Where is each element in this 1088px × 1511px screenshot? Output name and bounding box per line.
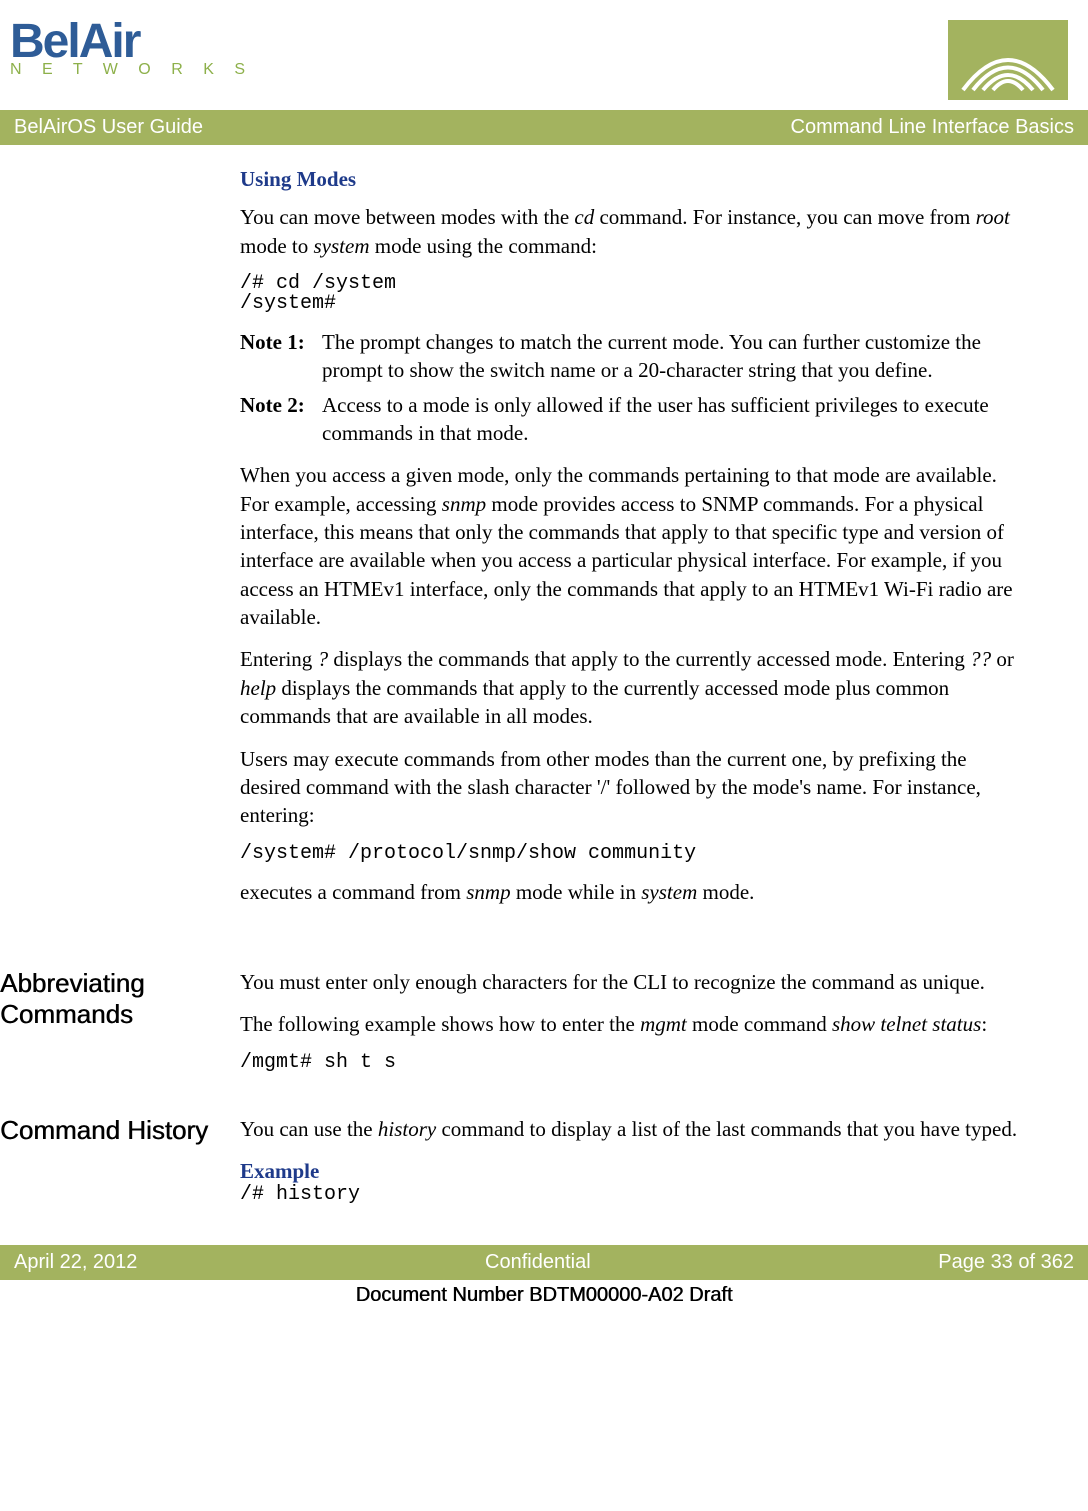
note-label: Note 2:: [240, 391, 322, 448]
code-block: /# cd /system /system#: [240, 274, 1028, 314]
paragraph: Entering ? displays the commands that ap…: [240, 645, 1028, 730]
code-block: /system# /protocol/snmp/show community: [240, 844, 1028, 864]
side-heading-history: Command History: [0, 1115, 240, 1146]
main-column: You must enter only enough characters fo…: [240, 968, 1028, 1087]
side-heading-abbreviating: Abbreviating Commands: [0, 968, 240, 1030]
paragraph: The following example shows how to enter…: [240, 1010, 1028, 1038]
content-area: Using Modes You can move between modes w…: [0, 145, 1088, 940]
sidebar-column: Abbreviating Commands: [0, 968, 240, 1087]
document-number: Document Number BDTM00000-A02 Draft: [0, 1280, 1088, 1319]
logo-brand-text: BelAir: [10, 20, 253, 63]
note-text: Access to a mode is only allowed if the …: [322, 391, 1028, 448]
chapter-title: Command Line Interface Basics: [791, 116, 1074, 139]
example-label: Example: [240, 1157, 1028, 1185]
section-heading-using-modes: Using Modes: [240, 165, 1028, 193]
page-header: BelAir N E T W O R K S: [0, 0, 1088, 110]
footer-confidential: Confidential: [485, 1251, 591, 1274]
sidebar-column: Command History: [0, 1115, 240, 1206]
note-text: The prompt changes to match the current …: [322, 328, 1028, 385]
logo-subtext: N E T W O R K S: [10, 61, 253, 79]
main-column: Using Modes You can move between modes w…: [240, 165, 1028, 920]
paragraph: When you access a given mode, only the c…: [240, 461, 1028, 631]
paragraph: executes a command from snmp mode while …: [240, 878, 1028, 906]
note-2: Note 2: Access to a mode is only allowed…: [240, 391, 1028, 448]
footer-bar: April 22, 2012 Confidential Page 33 of 3…: [0, 1245, 1088, 1280]
sidebar-column: [0, 165, 240, 920]
footer-page-number: Page 33 of 362: [938, 1251, 1074, 1274]
wifi-arc-icon: [948, 20, 1068, 100]
paragraph: You must enter only enough characters fo…: [240, 968, 1028, 996]
guide-title: BelAirOS User Guide: [14, 116, 203, 139]
section-history: Command History You can use the history …: [0, 1115, 1088, 1206]
main-column: You can use the history command to displ…: [240, 1115, 1028, 1206]
code-block: /mgmt# sh t s: [240, 1053, 1028, 1073]
section-abbreviating: Abbreviating Commands You must enter onl…: [0, 968, 1088, 1087]
code-block: /# history: [240, 1185, 1028, 1205]
note-label: Note 1:: [240, 328, 322, 385]
logo: BelAir N E T W O R K S: [10, 20, 253, 79]
paragraph: Users may execute commands from other mo…: [240, 745, 1028, 830]
note-1: Note 1: The prompt changes to match the …: [240, 328, 1028, 385]
paragraph: You can use the history command to displ…: [240, 1115, 1028, 1143]
paragraph: You can move between modes with the cd c…: [240, 203, 1028, 260]
title-bar: BelAirOS User Guide Command Line Interfa…: [0, 110, 1088, 145]
footer-date: April 22, 2012: [14, 1251, 137, 1274]
